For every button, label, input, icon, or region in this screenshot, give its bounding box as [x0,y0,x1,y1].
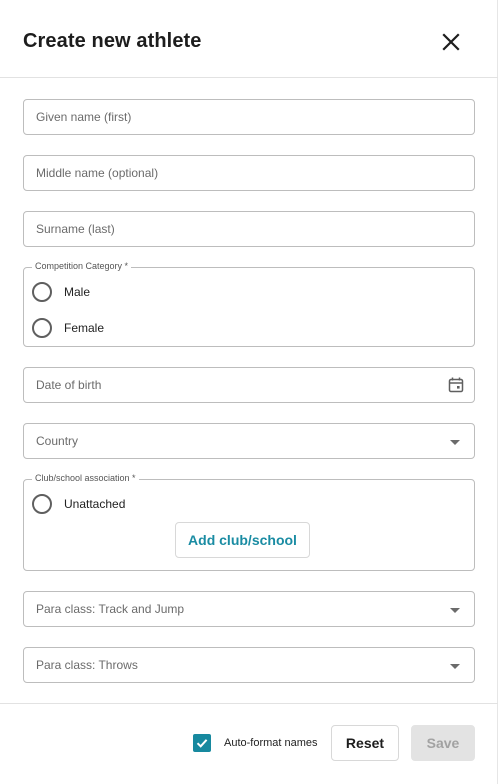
save-button[interactable]: Save [411,725,475,761]
check-icon [196,739,208,748]
radio-male-label: Male [64,285,91,299]
competition-category-legend: Competition Category * [32,261,132,271]
surname-placeholder: Surname (last) [36,222,115,236]
checkbox-box[interactable] [193,734,211,752]
radio-circle[interactable] [32,494,52,514]
para-class-throws-placeholder: Para class: Throws [36,658,138,672]
radio-male[interactable]: Male [32,281,90,303]
radio-female-label: Female [64,321,105,335]
create-athlete-dialog: Create new athlete Given name (first) Mi… [0,0,498,784]
club-association-group: Club/school association * Unattached Add… [23,473,475,571]
surname-input[interactable]: Surname (last) [23,211,475,247]
radio-circle[interactable] [32,318,52,338]
calendar-icon[interactable] [447,376,465,394]
radio-female[interactable]: Female [32,317,104,339]
para-class-track-select[interactable]: Para class: Track and Jump [23,591,475,627]
reset-button[interactable]: Reset [331,725,399,761]
chevron-down-icon [446,657,464,675]
auto-format-checkbox[interactable]: Auto-format names [193,734,318,752]
radio-unattached[interactable]: Unattached [32,493,125,515]
chevron-down-icon [446,433,464,451]
competition-category-group: Competition Category * Male Female [23,261,475,347]
country-placeholder: Country [36,434,79,448]
add-club-button[interactable]: Add club/school [175,522,310,558]
para-class-track-placeholder: Para class: Track and Jump [36,602,185,616]
middle-name-input[interactable]: Middle name (optional) [23,155,475,191]
date-of-birth-placeholder: Date of birth [36,378,102,392]
club-association-legend: Club/school association * [32,473,139,483]
dialog-footer: Auto-format names Reset Save [0,703,498,784]
chevron-down-icon [446,601,464,619]
country-select[interactable]: Country [23,423,475,459]
radio-unattached-label: Unattached [64,497,126,511]
radio-circle[interactable] [32,282,52,302]
auto-format-label: Auto-format names [224,737,318,749]
middle-name-placeholder: Middle name (optional) [36,166,159,180]
dialog-title: Create new athlete [23,30,202,52]
close-button[interactable] [438,29,464,55]
dialog-header: Create new athlete [0,0,498,78]
date-of-birth-input[interactable]: Date of birth [23,367,475,403]
given-name-input[interactable]: Given name (first) [23,99,475,135]
para-class-throws-select[interactable]: Para class: Throws [23,647,475,683]
given-name-placeholder: Given name (first) [36,110,132,124]
close-icon [442,33,460,51]
